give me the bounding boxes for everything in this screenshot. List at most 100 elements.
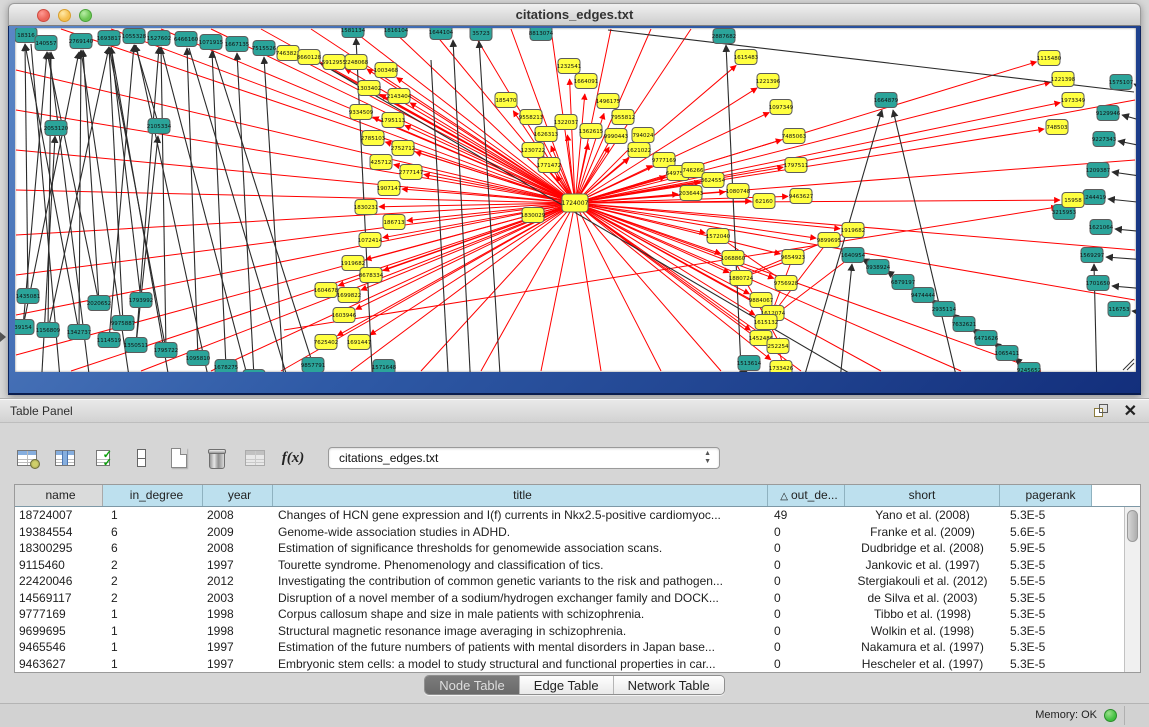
graph-node[interactable]: 3624554 — [701, 173, 726, 188]
select-column-button[interactable] — [52, 445, 78, 471]
graph-node[interactable]: 1221398 — [1051, 72, 1076, 87]
tab-network-table[interactable]: Network Table — [614, 676, 724, 694]
graph-node[interactable]: 9975887 — [111, 316, 136, 331]
network-graph[interactable]: 1831614055727691401693817105532815276026… — [15, 28, 1136, 372]
graph-node[interactable]: 1615483 — [734, 50, 759, 65]
graph-node[interactable]: 6471626 — [974, 331, 999, 346]
graph-node[interactable]: 2036443 — [679, 186, 704, 201]
graph-node[interactable]: 1221396 — [756, 74, 781, 89]
graph-node[interactable]: 2777147 — [399, 165, 424, 180]
table-row[interactable]: 977716911998Corpus callosum shape and si… — [15, 606, 1124, 623]
graph-node[interactable]: 1691447 — [347, 335, 372, 350]
tab-edge-table[interactable]: Edge Table — [520, 676, 614, 694]
graph-node[interactable]: 6466160 — [174, 32, 199, 47]
graph-node[interactable]: 7625402 — [314, 335, 339, 350]
graph-node[interactable]: 1527602 — [147, 31, 172, 46]
column-header-title[interactable]: title — [273, 485, 768, 506]
table-row[interactable]: 1456911722003Disruption of a novel membe… — [15, 590, 1124, 607]
graph-node[interactable]: 1350511 — [124, 338, 149, 353]
graph-node[interactable]: 1071915 — [199, 35, 224, 50]
graph-node[interactable]: 1973349 — [1061, 93, 1086, 108]
graph-node[interactable]: 15958 — [1062, 193, 1084, 208]
table-selector-dropdown[interactable]: citations_edges.txt ▲▼ — [328, 447, 720, 469]
graph-node[interactable]: 2143404 — [387, 89, 412, 104]
scrollbar-thumb[interactable] — [1127, 510, 1138, 542]
column-header-short[interactable]: short — [845, 485, 1000, 506]
graph-node[interactable]: 186713 — [383, 215, 405, 230]
delete-button[interactable] — [204, 445, 230, 471]
graph-node[interactable]: 1303402 — [357, 81, 382, 96]
graph-node[interactable]: 8660128 — [297, 50, 322, 65]
column-header-name[interactable]: name — [15, 485, 103, 506]
graph-node[interactable]: 1615132 — [754, 315, 779, 330]
column-header-out-degree[interactable]: △out_de... — [768, 485, 845, 506]
graph-node[interactable]: 1055328 — [122, 29, 147, 44]
graph-node[interactable]: 1095810 — [186, 351, 211, 366]
float-window-icon[interactable] — [1094, 404, 1109, 419]
table-row[interactable]: 1872400712008Changes of HCN gene express… — [15, 507, 1124, 524]
tab-node-table[interactable]: Node Table — [425, 676, 520, 694]
graph-node[interactable]: 1156809 — [36, 323, 61, 338]
import-table-button[interactable] — [242, 445, 268, 471]
graph-node[interactable]: 1644104 — [429, 28, 454, 40]
graph-node[interactable]: 9334509 — [349, 105, 374, 120]
graph-node[interactable]: 185470 — [495, 93, 517, 108]
graph-node[interactable]: 1068860 — [721, 251, 746, 266]
graph-node[interactable]: 1292344 — [242, 370, 267, 373]
graph-node[interactable]: 1513614 — [737, 356, 762, 371]
graph-node[interactable]: 794024 — [632, 128, 654, 143]
table-row[interactable]: 2242004622012Investigating the contribut… — [15, 573, 1124, 590]
graph-node[interactable]: 2887682 — [712, 29, 737, 44]
graph-node[interactable]: 1724007 — [562, 194, 589, 212]
table-options-button[interactable] — [14, 445, 40, 471]
graph-node[interactable]: 9245652 — [1017, 363, 1042, 373]
graph-node[interactable]: 1604678 — [314, 283, 339, 298]
graph-node[interactable]: 7955812 — [611, 110, 636, 125]
graph-node[interactable]: 1244419 — [1082, 190, 1107, 205]
graph-node[interactable]: 1114519 — [97, 333, 122, 348]
vertical-scrollbar[interactable] — [1124, 507, 1140, 672]
graph-node[interactable]: 2248068 — [344, 55, 369, 70]
graph-node[interactable]: 2053120 — [44, 121, 69, 136]
graph-node[interactable]: 1435081 — [16, 289, 41, 304]
graph-node[interactable]: 1572040 — [706, 229, 731, 244]
graph-node[interactable]: 1907147 — [377, 181, 402, 196]
graph-node[interactable]: 1795722 — [154, 343, 179, 358]
graph-node[interactable]: 1575107 — [1109, 75, 1134, 90]
graph-node[interactable]: 1797511 — [784, 158, 809, 173]
graph-node[interactable]: 6879197 — [891, 275, 916, 290]
graph-node[interactable]: 1080748 — [726, 184, 751, 199]
graph-node[interactable]: 8678334 — [359, 268, 384, 283]
table-row[interactable]: 911546021997Tourette syndrome. Phenomeno… — [15, 557, 1124, 574]
graph-node[interactable]: 2785103 — [361, 131, 386, 146]
graph-node[interactable]: 9558213 — [519, 110, 544, 125]
graph-node[interactable]: 7485063 — [782, 129, 807, 144]
graph-node[interactable]: 1667135 — [225, 37, 250, 52]
graph-node[interactable]: 8813074 — [529, 28, 554, 41]
graph-node[interactable]: 1209387 — [1086, 163, 1111, 178]
graph-node[interactable]: 1664091 — [574, 74, 599, 89]
graph-node[interactable]: 62160 — [753, 194, 775, 209]
graph-node[interactable]: 9857791 — [301, 358, 326, 373]
graph-node[interactable]: 1880724 — [729, 271, 754, 286]
graph-node[interactable]: 1678275 — [214, 360, 239, 373]
graph-node[interactable]: 425712 — [370, 155, 392, 170]
graph-node[interactable]: 8938924 — [866, 260, 891, 275]
graph-node[interactable]: 1621022 — [627, 143, 652, 158]
graph-node[interactable]: 748503 — [1046, 120, 1068, 135]
rows-button[interactable] — [128, 445, 154, 471]
graph-node[interactable]: 9654923 — [781, 250, 806, 265]
graph-node[interactable]: 35723 — [470, 28, 492, 41]
graph-node[interactable]: 746266 — [682, 163, 704, 178]
graph-node[interactable]: 9129946 — [1096, 106, 1121, 121]
graph-node[interactable]: 39154 — [15, 320, 34, 335]
network-canvas[interactable]: 1831614055727691401693817105532815276026… — [15, 28, 1136, 372]
graph-node[interactable]: 1621064 — [1089, 220, 1114, 235]
graph-node[interactable]: 1919682 — [841, 223, 866, 238]
column-header-pagerank[interactable]: pagerank — [1000, 485, 1092, 506]
resize-grip-icon[interactable] — [1123, 359, 1134, 370]
graph-node[interactable]: 1733426 — [769, 361, 794, 373]
graph-node[interactable]: 9463627 — [789, 189, 814, 204]
graph-node[interactable]: 252254 — [767, 339, 789, 354]
graph-node[interactable]: 9899695 — [817, 233, 842, 248]
